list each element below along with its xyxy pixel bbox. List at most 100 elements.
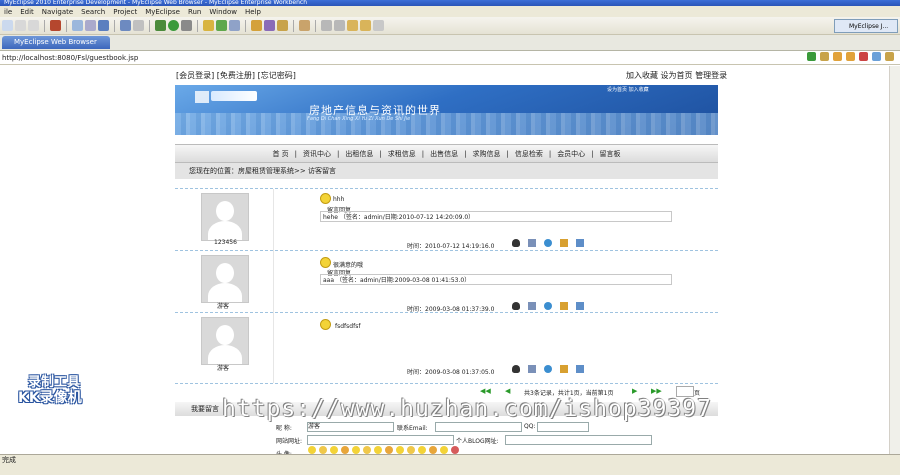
go-icon[interactable] — [807, 52, 816, 61]
new-interface-icon[interactable] — [229, 20, 240, 31]
top-links-left[interactable]: [会员登录] [免费注册] [忘记密码] — [176, 70, 296, 81]
next-page-icon[interactable]: ▶ — [632, 387, 637, 395]
nav-seek-rent[interactable]: 求租信息 — [385, 149, 419, 159]
face-option-icon[interactable] — [418, 446, 426, 454]
debug-icon[interactable] — [155, 20, 166, 31]
external-tools-icon[interactable] — [181, 20, 192, 31]
email-input[interactable] — [435, 422, 522, 432]
nav-sell[interactable]: 出售信息 — [427, 149, 461, 159]
last-edit-icon[interactable] — [347, 20, 358, 31]
menu-file[interactable]: ile — [0, 8, 16, 16]
menu-edit[interactable]: Edit — [16, 8, 38, 16]
last-page-icon[interactable]: ▶▶ — [651, 387, 662, 395]
forward-icon[interactable] — [373, 20, 384, 31]
nav-member[interactable]: 会员中心 — [554, 149, 588, 159]
nav-separator: | — [591, 149, 594, 158]
stop-icon[interactable] — [859, 52, 868, 61]
save-icon[interactable] — [15, 20, 26, 31]
home-icon[interactable] — [560, 365, 568, 373]
open-resource-icon[interactable] — [277, 20, 288, 31]
menu-window[interactable]: Window — [205, 8, 241, 16]
tab-myeclipse-web-browser[interactable]: MyEclipse Web Browser — [2, 36, 110, 49]
face-option-icon[interactable] — [319, 446, 327, 454]
face-option-icon[interactable] — [451, 446, 459, 454]
open-type-icon[interactable] — [251, 20, 262, 31]
open-icon[interactable] — [133, 20, 144, 31]
face-option-icon[interactable] — [385, 446, 393, 454]
next-annotation-icon[interactable] — [321, 20, 332, 31]
reply-icon[interactable] — [576, 365, 584, 373]
nav-rent-out[interactable]: 出租信息 — [342, 149, 376, 159]
banner-links[interactable]: 设为首页 加入收藏 — [607, 86, 649, 93]
url-input[interactable]: http://localhost:8080/Fsl/guestbook.jsp — [0, 51, 900, 65]
nav-home[interactable]: 首 页 — [269, 149, 291, 159]
message-text: hhh — [333, 196, 345, 203]
nav-guestbook[interactable]: 留言板 — [597, 149, 624, 159]
deploy-icon[interactable] — [85, 20, 96, 31]
menu-help[interactable]: Help — [241, 8, 265, 16]
task-icon[interactable] — [299, 20, 310, 31]
message-row: 123456 hhh 留言回复 hehe （签名：admin/日期:2010-0… — [175, 188, 718, 251]
perspective-switcher[interactable]: MyEclipse J... — [834, 19, 898, 33]
menu-run[interactable]: Run — [184, 8, 205, 16]
face-option-icon[interactable] — [352, 446, 360, 454]
nav-buy[interactable]: 求购信息 — [469, 149, 503, 159]
face-option-icon[interactable] — [341, 446, 349, 454]
new-package-icon[interactable] — [216, 20, 227, 31]
settings-icon[interactable] — [820, 52, 829, 61]
face-option-icon[interactable] — [440, 446, 448, 454]
print-icon[interactable] — [28, 20, 39, 31]
qq-icon[interactable] — [512, 239, 520, 247]
site-banner: 房地产信息与资讯的世界 Fang Di Chan Xing Xi Yu Zi X… — [175, 85, 718, 135]
vertical-scrollbar[interactable] — [889, 66, 900, 454]
reply-icon[interactable] — [576, 302, 584, 310]
refresh-icon[interactable] — [872, 52, 881, 61]
new-icon[interactable] — [2, 20, 13, 31]
website-icon[interactable] — [544, 302, 552, 310]
nick-label: 昵 称: — [276, 425, 292, 432]
home-icon[interactable] — [885, 52, 894, 61]
back-icon[interactable] — [833, 52, 842, 61]
menu-navigate[interactable]: Navigate — [38, 8, 77, 16]
previous-annotation-icon[interactable] — [334, 20, 345, 31]
face-option-icon[interactable] — [429, 446, 437, 454]
email-icon[interactable] — [528, 239, 536, 247]
reply-icon[interactable] — [576, 239, 584, 247]
blog-input[interactable] — [505, 435, 652, 445]
forward-icon[interactable] — [846, 52, 855, 61]
run-icon[interactable] — [168, 20, 179, 31]
face-option-icon[interactable] — [396, 446, 404, 454]
search-icon[interactable] — [264, 20, 275, 31]
qq-input[interactable] — [537, 422, 589, 432]
nick-input[interactable]: 游客 — [307, 422, 394, 432]
face-option-icon[interactable] — [330, 446, 338, 454]
browser-icon[interactable] — [120, 20, 131, 31]
home-icon[interactable] — [560, 302, 568, 310]
web-icon[interactable] — [98, 20, 109, 31]
qq-icon[interactable] — [512, 302, 520, 310]
back-icon[interactable] — [360, 20, 371, 31]
toolbar-separator — [149, 19, 150, 32]
menu-project[interactable]: Project — [109, 8, 141, 16]
nav-search[interactable]: 信息检索 — [512, 149, 546, 159]
face-option-icon[interactable] — [363, 446, 371, 454]
menu-myeclipse[interactable]: MyEclipse — [141, 8, 184, 16]
website-icon[interactable] — [544, 239, 552, 247]
face-option-icon[interactable] — [407, 446, 415, 454]
face-option-icon[interactable] — [374, 446, 382, 454]
new-class-icon[interactable] — [203, 20, 214, 31]
project-icon[interactable] — [72, 20, 83, 31]
site-input[interactable] — [307, 435, 454, 445]
qq-icon[interactable] — [512, 365, 520, 373]
website-icon[interactable] — [544, 365, 552, 373]
face-option-icon[interactable] — [308, 446, 316, 454]
top-links-right[interactable]: 加入收藏 设为首页 管理登录 — [626, 70, 727, 81]
menu-search[interactable]: Search — [77, 8, 109, 16]
prev-page-icon[interactable]: ◀ — [505, 387, 510, 395]
home-icon[interactable] — [560, 239, 568, 247]
nav-news[interactable]: 资讯中心 — [300, 149, 334, 159]
email-icon[interactable] — [528, 365, 536, 373]
first-page-icon[interactable]: ◀◀ — [480, 387, 491, 395]
server-icon[interactable] — [50, 20, 61, 31]
email-icon[interactable] — [528, 302, 536, 310]
